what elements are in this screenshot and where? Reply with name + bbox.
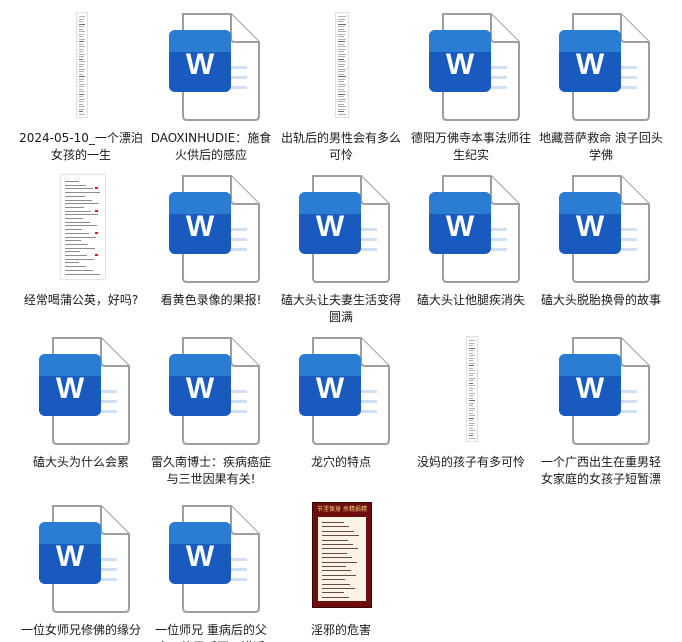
file-thumbnail (278, 6, 404, 126)
file-thumbnail: 节淫保身 杀精损精 (278, 498, 404, 618)
word-icon: W (559, 337, 650, 445)
svg-text:W: W (56, 372, 85, 405)
word-icon: W (169, 337, 260, 445)
file-grid: 2024-05-10_一个漂泊女孩的一生 W DAOXINHUDIE：施食火供后… (0, 0, 682, 642)
svg-text:W: W (56, 540, 85, 573)
file-name: 一位女师兄修佛的缘分 (20, 623, 141, 637)
file-thumbnail: W (278, 330, 404, 450)
file-item[interactable]: W 一位师兄 重病后的父亲，终于听开口讲话 (148, 498, 274, 642)
doc-strip-thumbnail (335, 12, 349, 118)
svg-text:W: W (316, 372, 345, 405)
poster-thumbnail: 节淫保身 杀精损精 (312, 502, 372, 608)
svg-text:W: W (446, 48, 475, 81)
file-thumbnail: W (278, 168, 404, 288)
file-name: 淫邪的危害 (310, 623, 371, 637)
file-name: 经常喝蒲公英，好吗? (23, 293, 139, 307)
word-icon: W (39, 505, 130, 613)
word-icon: W (39, 337, 130, 445)
file-name: 磕大头为什么会累 (32, 455, 129, 469)
file-thumbnail (408, 330, 534, 450)
file-name: 没妈的孩子有多可怜 (416, 455, 525, 469)
file-item[interactable]: W 地藏菩萨救命 浪子回头学佛 (538, 6, 664, 170)
file-thumbnail: W (408, 6, 534, 126)
file-name: 磕大头让夫妻生活变得圆满 (280, 293, 401, 324)
file-name: 地藏菩萨救命 浪子回头学佛 (539, 131, 663, 162)
file-item[interactable]: 节淫保身 杀精损精淫邪的危害 (278, 498, 404, 642)
file-thumbnail: W (148, 6, 274, 126)
file-item[interactable]: W 龙穴的特点 (278, 330, 404, 494)
file-thumbnail: W (538, 330, 664, 450)
file-name: 磕大头脱胎换骨的故事 (540, 293, 661, 307)
file-item[interactable]: W 雷久南博士：疾病癌症与三世因果有关! (148, 330, 274, 494)
file-item[interactable]: 2024-05-10_一个漂泊女孩的一生 (18, 6, 144, 170)
file-name: DAOXINHUDIE：施食火供后的感应 (150, 131, 272, 162)
scrollbar-track[interactable] (674, 0, 682, 642)
file-item[interactable]: W 磕大头为什么会累 (18, 330, 144, 494)
file-thumbnail: W (148, 168, 274, 288)
svg-text:W: W (186, 210, 215, 243)
svg-text:W: W (316, 210, 345, 243)
file-name: 出轨后的男性会有多么可怜 (280, 131, 401, 162)
svg-text:W: W (446, 210, 475, 243)
file-thumbnail: W (538, 168, 664, 288)
word-icon: W (559, 175, 650, 283)
word-icon: W (559, 13, 650, 121)
file-name: 德阳万佛寺本事法师往生纪实 (410, 131, 531, 162)
svg-text:W: W (186, 48, 215, 81)
svg-text:W: W (576, 210, 605, 243)
file-item[interactable]: W 磕大头让他腿疾消失 (408, 168, 534, 332)
file-thumbnail: W (148, 498, 274, 618)
file-item[interactable]: W 看黄色录像的果报! (148, 168, 274, 332)
file-thumbnail: W (148, 330, 274, 450)
file-name: 磕大头让他腿疾消失 (416, 293, 525, 307)
svg-text:W: W (576, 48, 605, 81)
file-thumbnail: W (538, 6, 664, 126)
doc-page-thumbnail (60, 174, 106, 280)
doc-strip-thumbnail (466, 336, 478, 442)
file-item[interactable]: W 磕大头脱胎换骨的故事 (538, 168, 664, 332)
file-name: 一个广西出生在重男轻女家庭的女孩子短暂漂泊的一生 (540, 455, 661, 486)
word-icon: W (299, 175, 390, 283)
file-name: 一位师兄 重病后的父亲，终于听开口讲话 (155, 623, 267, 642)
file-thumbnail: W (18, 330, 144, 450)
file-name: 龙穴的特点 (310, 455, 371, 469)
file-item[interactable]: W 德阳万佛寺本事法师往生纪实 (408, 6, 534, 170)
word-icon: W (299, 337, 390, 445)
file-thumbnail (18, 6, 144, 126)
file-thumbnail: W (408, 168, 534, 288)
word-icon: W (169, 505, 260, 613)
file-name: 2024-05-10_一个漂泊女孩的一生 (19, 131, 143, 162)
word-icon: W (429, 175, 520, 283)
svg-text:W: W (186, 372, 215, 405)
file-item[interactable]: W 一个广西出生在重男轻女家庭的女孩子短暂漂泊的一生 (538, 330, 664, 494)
file-item[interactable]: 出轨后的男性会有多么可怜 (278, 6, 404, 170)
file-name: 看黄色录像的果报! (160, 293, 262, 307)
word-icon: W (169, 13, 260, 121)
file-name: 雷久南博士：疾病癌症与三世因果有关! (150, 455, 271, 486)
file-item[interactable]: 没妈的孩子有多可怜 (408, 330, 534, 494)
file-thumbnail (18, 168, 144, 288)
doc-strip-thumbnail (76, 12, 88, 118)
file-thumbnail: W (18, 498, 144, 618)
file-item[interactable]: W 一位女师兄修佛的缘分 (18, 498, 144, 642)
word-icon: W (169, 175, 260, 283)
svg-text:W: W (186, 540, 215, 573)
poster-heading: 节淫保身 杀精损精 (317, 506, 367, 513)
file-item[interactable]: W 磕大头让夫妻生活变得圆满 (278, 168, 404, 332)
file-item[interactable]: 经常喝蒲公英，好吗? (18, 168, 144, 332)
word-icon: W (429, 13, 520, 121)
svg-text:W: W (576, 372, 605, 405)
file-item[interactable]: W DAOXINHUDIE：施食火供后的感应 (148, 6, 274, 170)
